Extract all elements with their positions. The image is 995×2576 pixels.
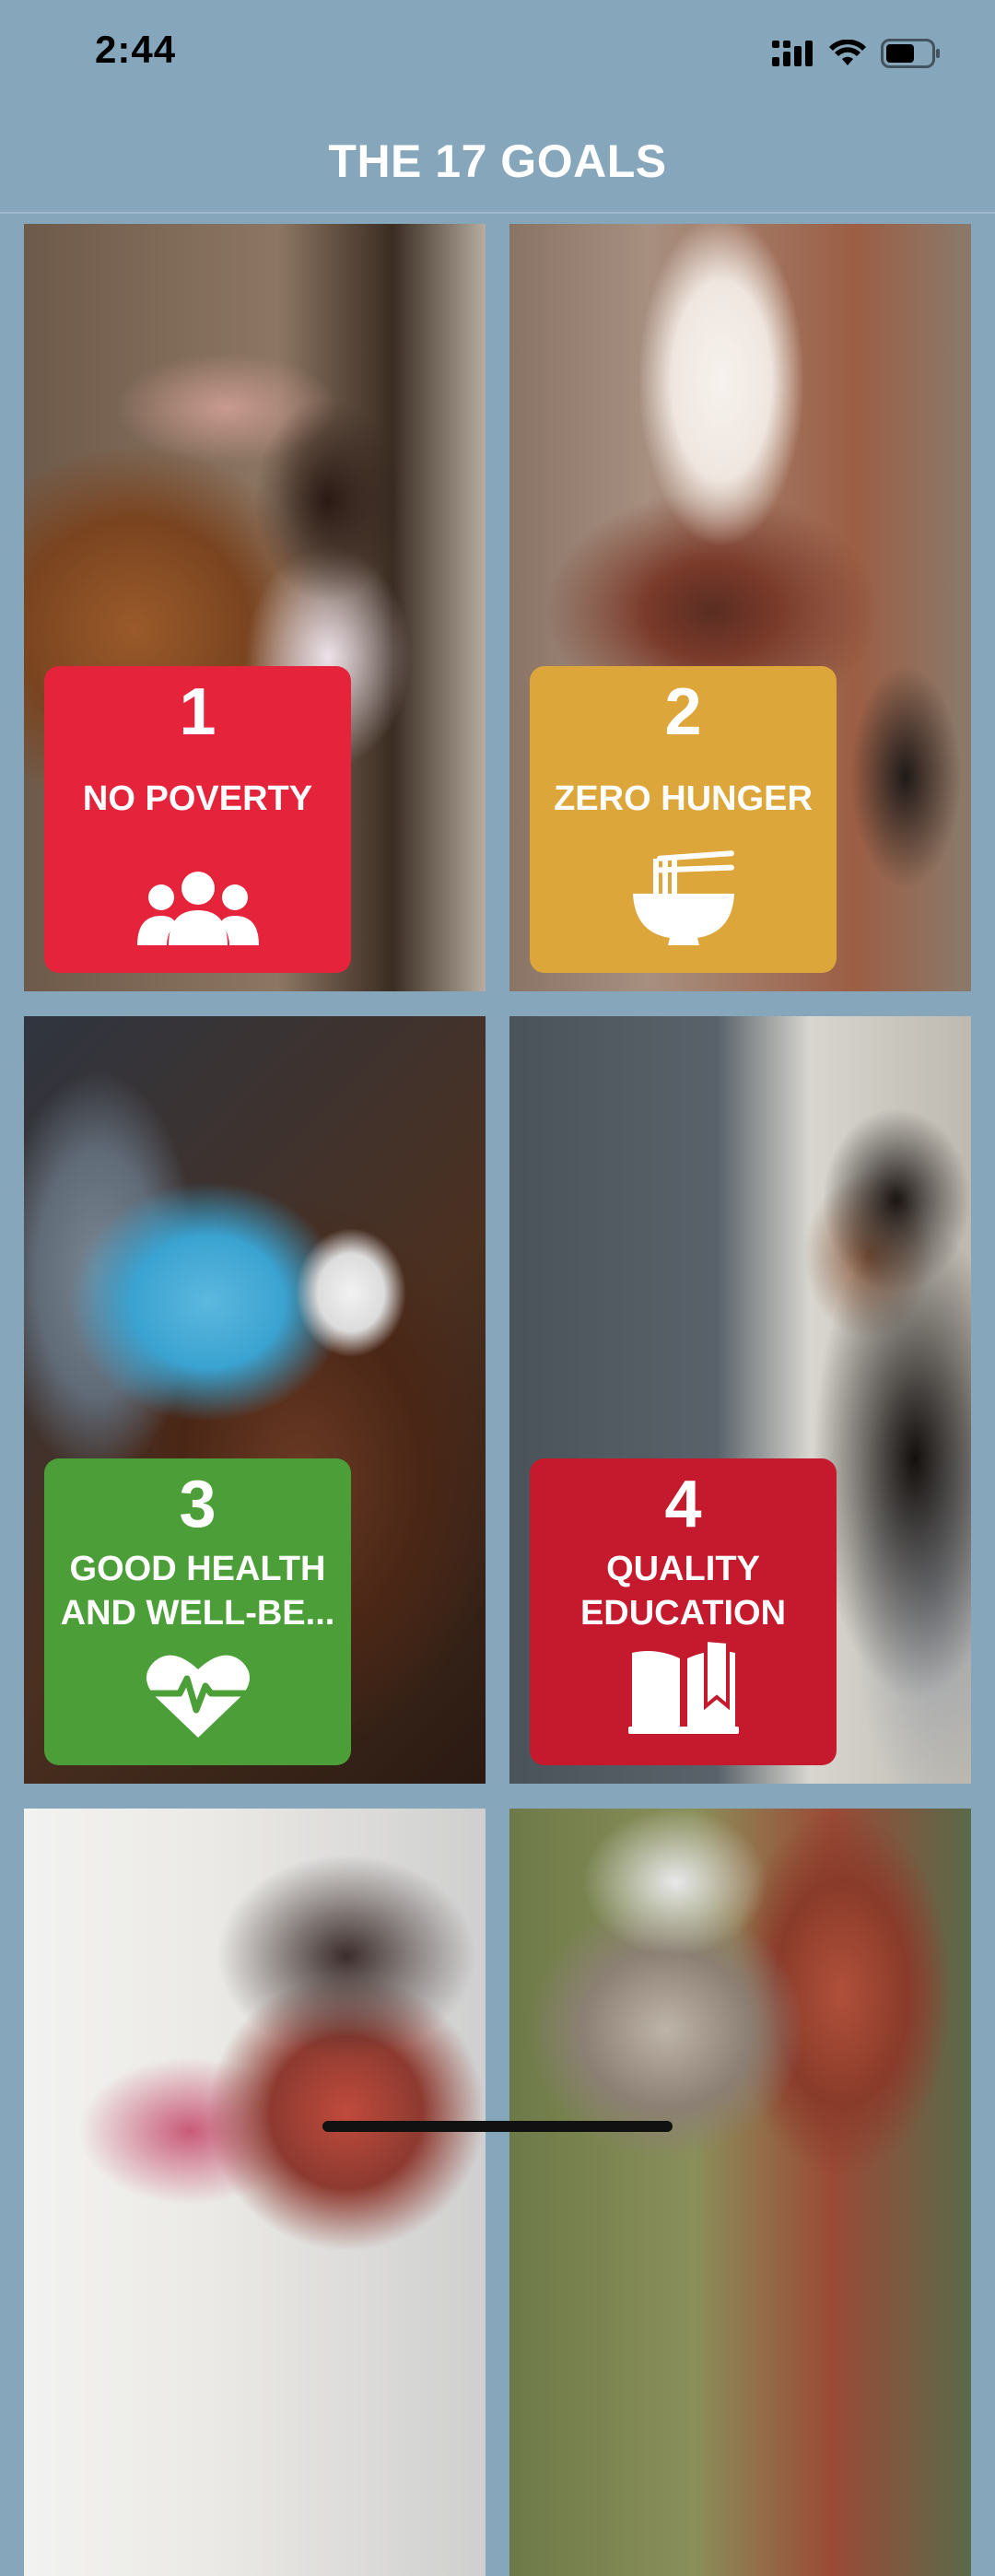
goal-number: 3 [179,1468,217,1541]
goal-photo-6 [509,1809,971,2576]
goal-title: ZERO HUNGER [554,779,813,818]
status-bar: 2:44 [0,0,995,111]
app-header: THE 17 GOALS [0,111,995,214]
goal-tile-3[interactable]: 3 GOOD HEALTH AND WELL-BE... [24,1016,486,1784]
status-time: 2:44 [95,28,177,71]
bowl-icon [632,850,734,945]
page-title: THE 17 GOALS [328,135,667,187]
goal-card-1[interactable]: 1 NO POVERTY [44,666,351,973]
wifi-icon [829,40,866,65]
goal-tile-2[interactable]: 2 ZERO HUNGER [509,224,971,991]
status-icons [772,35,942,72]
goal-tile-6[interactable] [509,1809,971,2576]
cellular-signal-icon [772,41,813,66]
goal-title: GOOD HEALTH AND WELL-BE... [60,1550,335,1633]
goal-photo-5 [24,1809,486,2576]
goal-tile-1[interactable]: 1 NO POVERTY [24,224,486,991]
goal-title: NO POVERTY [82,779,313,818]
goal-tile-4[interactable]: 4 QUALITY EDUCATION [509,1016,971,1784]
goal-card-2[interactable]: 2 ZERO HUNGER [530,666,837,973]
home-indicator[interactable] [322,2121,673,2132]
goal-number: 1 [179,675,217,749]
people-icon [136,872,259,945]
goal-title: QUALITY EDUCATION [579,1550,787,1633]
goal-card-3[interactable]: 3 GOOD HEALTH AND WELL-BE... [44,1458,351,1765]
goal-tile-5[interactable] [24,1809,486,2576]
goal-card-4[interactable]: 4 QUALITY EDUCATION [530,1458,837,1765]
heart-pulse-icon [146,1655,250,1738]
battery-icon [881,39,940,68]
goal-number: 2 [664,675,702,749]
goal-number: 4 [664,1468,702,1541]
book-icon [627,1642,739,1734]
